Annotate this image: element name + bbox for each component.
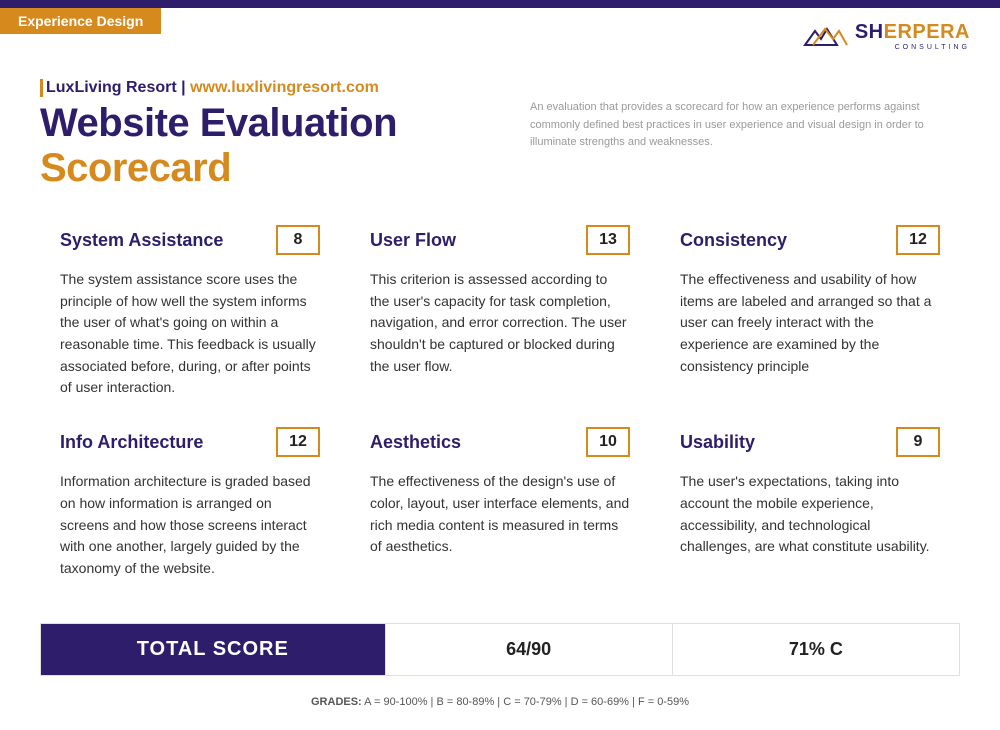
total-grade: 71% C	[672, 624, 959, 675]
grades-key: GRADES: A = 90-100% | B = 80-89% | C = 7…	[0, 696, 1000, 708]
total-label: TOTAL SCORE	[41, 624, 385, 675]
card-title: System Assistance	[60, 230, 223, 251]
category-badge: Experience Design	[0, 8, 161, 34]
score-card: Info Architecture 12 Information archite…	[60, 427, 320, 579]
logo-subtitle: CONSULTING	[895, 44, 970, 51]
title-block: LuxLiving Resort | www.luxlivingresort.c…	[0, 51, 1000, 191]
score-card: Usability 9 The user's expectations, tak…	[680, 427, 940, 579]
score-value: 8	[276, 225, 320, 255]
card-title: User Flow	[370, 230, 456, 251]
score-card: User Flow 13 This criterion is assessed …	[370, 225, 630, 399]
total-row: TOTAL SCORE 64/90 71% C	[40, 623, 960, 676]
card-title: Consistency	[680, 230, 787, 251]
card-body: The system assistance score uses the pri…	[60, 269, 320, 399]
mountain-icon	[803, 25, 849, 49]
card-title: Usability	[680, 432, 755, 453]
card-body: The user's expectations, taking into acc…	[680, 471, 940, 558]
score-value: 13	[586, 225, 630, 255]
card-title: Info Architecture	[60, 432, 203, 453]
card-body: The effectiveness and usability of how i…	[680, 269, 940, 377]
page-description: An evaluation that provides a scorecard …	[530, 79, 960, 191]
score-value: 10	[586, 427, 630, 457]
card-body: The effectiveness of the design's use of…	[370, 471, 630, 558]
score-value: 9	[896, 427, 940, 457]
header: Experience Design SHERPERA CONSULTING	[0, 8, 1000, 51]
company-url: www.luxlivingresort.com	[190, 79, 379, 96]
score-card: Aesthetics 10 The effectiveness of the d…	[370, 427, 630, 579]
top-accent-bar	[0, 0, 1000, 8]
logo-wordmark: SHERPERA	[855, 22, 970, 42]
card-title: Aesthetics	[370, 432, 461, 453]
company-name: LuxLiving Resort	[46, 79, 177, 96]
company-line: LuxLiving Resort | www.luxlivingresort.c…	[40, 79, 490, 97]
card-body: This criterion is assessed according to …	[370, 269, 630, 377]
card-body: Information architecture is graded based…	[60, 471, 320, 579]
brand-logo: SHERPERA CONSULTING	[803, 22, 970, 51]
score-card: Consistency 12 The effectiveness and usa…	[680, 225, 940, 399]
score-card: System Assistance 8 The system assistanc…	[60, 225, 320, 399]
page-title: Website Evaluation Scorecard	[40, 101, 490, 191]
total-score: 64/90	[385, 624, 672, 675]
scorecard-grid: System Assistance 8 The system assistanc…	[0, 191, 1000, 580]
score-value: 12	[896, 225, 940, 255]
score-value: 12	[276, 427, 320, 457]
